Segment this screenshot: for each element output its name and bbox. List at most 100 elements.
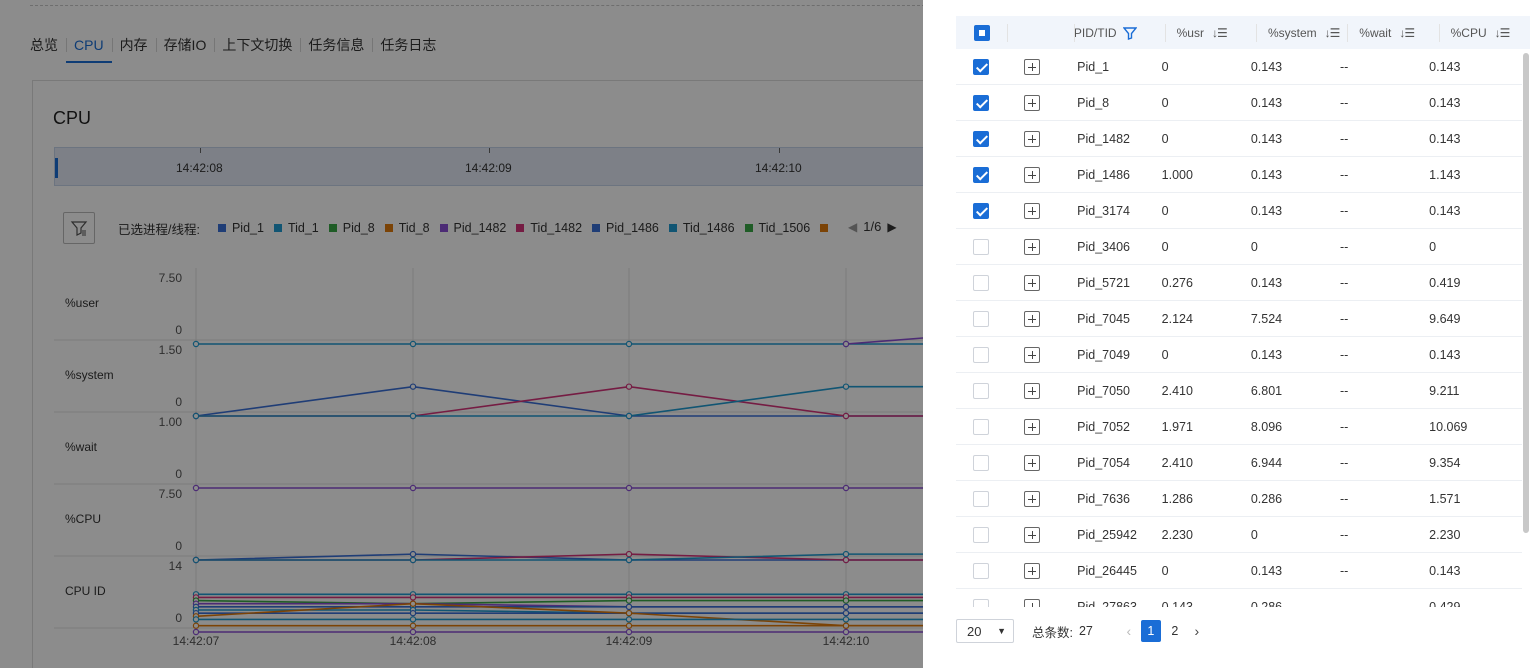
header-wait[interactable]: %wait ↓☰ bbox=[1347, 16, 1438, 49]
cell-usr: 2.124 bbox=[1161, 311, 1193, 326]
table-row[interactable]: Pid_3174 0 0.143 -- 0.143 bbox=[956, 193, 1522, 229]
expand-plus-icon[interactable] bbox=[1024, 562, 1041, 579]
expand-plus-icon[interactable] bbox=[1024, 238, 1041, 255]
header-cpu[interactable]: %CPU ↓☰ bbox=[1438, 16, 1530, 49]
expand-plus-icon[interactable] bbox=[1024, 382, 1041, 399]
table-row[interactable]: Pid_3406 0 0 -- 0 bbox=[956, 229, 1522, 265]
cell-system: 0.143 bbox=[1250, 275, 1283, 290]
checkbox-unchecked[interactable] bbox=[973, 274, 990, 291]
checkbox-unchecked[interactable] bbox=[973, 418, 990, 435]
checkbox-unchecked[interactable] bbox=[973, 238, 990, 255]
header-label: PID/TID bbox=[1073, 25, 1117, 40]
expand-plus-icon[interactable] bbox=[1024, 274, 1041, 291]
table-row[interactable]: Pid_7045 2.124 7.524 -- 9.649 bbox=[956, 301, 1522, 337]
cell-usr: 2.230 bbox=[1161, 527, 1193, 542]
page-size-select[interactable]: 20 ▼ bbox=[956, 619, 1014, 643]
cell-cpu: 1.571 bbox=[1429, 491, 1461, 506]
table-row[interactable]: Pid_5721 0.276 0.143 -- 0.419 bbox=[956, 265, 1522, 301]
cell-wait: -- bbox=[1339, 383, 1349, 398]
cell-wait: -- bbox=[1339, 347, 1349, 362]
checkbox-unchecked[interactable] bbox=[973, 382, 990, 399]
expand-plus-icon[interactable] bbox=[1024, 58, 1041, 75]
table-row[interactable]: Pid_27863 0.143 0.286 -- 0.429 bbox=[956, 589, 1522, 607]
cell-wait: -- bbox=[1339, 275, 1349, 290]
expand-plus-icon[interactable] bbox=[1024, 346, 1041, 363]
cell-wait: -- bbox=[1339, 311, 1349, 326]
cell-id: Pid_26445 bbox=[1077, 563, 1137, 578]
cell-system: 7.524 bbox=[1250, 311, 1283, 326]
cell-wait: -- bbox=[1339, 491, 1349, 506]
expand-plus-icon[interactable] bbox=[1024, 526, 1041, 543]
filter-icon[interactable] bbox=[1122, 26, 1137, 40]
modal-overlay[interactable] bbox=[0, 0, 923, 668]
cell-wait: -- bbox=[1339, 203, 1349, 218]
header-system[interactable]: %system ↓☰ bbox=[1255, 16, 1347, 49]
header-pid-tid[interactable]: PID/TID bbox=[1073, 16, 1165, 49]
cell-cpu: 0.143 bbox=[1429, 203, 1461, 218]
checkbox-unchecked[interactable] bbox=[973, 310, 990, 327]
checkbox-unchecked[interactable] bbox=[973, 454, 990, 471]
cell-system: 6.801 bbox=[1250, 383, 1283, 398]
cell-wait: -- bbox=[1339, 563, 1349, 578]
expand-plus-icon[interactable] bbox=[1024, 130, 1041, 147]
checkbox-unchecked[interactable] bbox=[973, 346, 990, 363]
cell-system: 6.944 bbox=[1250, 455, 1283, 470]
expand-plus-icon[interactable] bbox=[1024, 490, 1041, 507]
header-label: %system bbox=[1267, 25, 1317, 40]
table-row[interactable]: Pid_1 0 0.143 -- 0.143 bbox=[956, 49, 1522, 85]
sort-icon[interactable]: ↓☰ bbox=[1399, 26, 1415, 40]
cell-usr: 0 bbox=[1161, 563, 1169, 578]
header-usr[interactable]: %usr ↓☰ bbox=[1164, 16, 1256, 49]
cell-system: 0 bbox=[1250, 527, 1258, 542]
checkbox-checked[interactable] bbox=[973, 94, 990, 111]
cell-wait: -- bbox=[1339, 95, 1349, 110]
cell-system: 0.286 bbox=[1250, 491, 1283, 506]
cell-id: Pid_7049 bbox=[1077, 347, 1130, 362]
cell-id: Pid_7050 bbox=[1077, 383, 1130, 398]
cell-cpu: 9.649 bbox=[1429, 311, 1461, 326]
checkbox-checked[interactable] bbox=[973, 130, 990, 147]
checkbox-unchecked[interactable] bbox=[973, 526, 990, 543]
expand-plus-icon[interactable] bbox=[1024, 454, 1041, 471]
cell-cpu: 0.143 bbox=[1429, 95, 1461, 110]
scrollbar-thumb[interactable] bbox=[1523, 53, 1529, 533]
page-2[interactable]: 2 bbox=[1165, 620, 1185, 642]
cell-cpu: 9.211 bbox=[1429, 383, 1460, 398]
select-all-checkbox[interactable] bbox=[956, 16, 1007, 49]
expand-plus-icon[interactable] bbox=[1024, 598, 1041, 607]
cell-cpu: 2.230 bbox=[1429, 527, 1461, 542]
checkbox-checked[interactable] bbox=[973, 58, 990, 75]
sort-icon[interactable]: ↓☰ bbox=[1325, 26, 1341, 40]
cell-usr: 0 bbox=[1161, 239, 1169, 254]
prev-page-icon[interactable]: ‹ bbox=[1119, 623, 1139, 639]
table-scrollbar[interactable] bbox=[1522, 49, 1530, 607]
table-row[interactable]: Pid_7636 1.286 0.286 -- 1.571 bbox=[956, 481, 1522, 517]
checkbox-unchecked[interactable] bbox=[973, 562, 990, 579]
checkbox-unchecked[interactable] bbox=[973, 490, 990, 507]
checkbox-checked[interactable] bbox=[973, 202, 990, 219]
checkbox-unchecked[interactable] bbox=[973, 598, 990, 607]
sort-icon[interactable]: ↓☰ bbox=[1212, 26, 1228, 40]
sort-icon[interactable]: ↓☰ bbox=[1495, 26, 1511, 40]
table-row[interactable]: Pid_7054 2.410 6.944 -- 9.354 bbox=[956, 445, 1522, 481]
header-label: %usr bbox=[1176, 25, 1204, 40]
expand-plus-icon[interactable] bbox=[1024, 202, 1041, 219]
table-body[interactable]: Pid_1 0 0.143 -- 0.143 Pid_8 0 0.143 -- 0.143 Pid_… bbox=[956, 49, 1522, 607]
table-row[interactable]: Pid_7049 0 0.143 -- 0.143 bbox=[956, 337, 1522, 373]
table-row[interactable]: Pid_1486 1.000 0.143 -- 1.143 bbox=[956, 157, 1522, 193]
expand-plus-icon[interactable] bbox=[1024, 94, 1041, 111]
expand-plus-icon[interactable] bbox=[1024, 418, 1041, 435]
table-row[interactable]: Pid_1482 0 0.143 -- 0.143 bbox=[956, 121, 1522, 157]
table-row[interactable]: Pid_8 0 0.143 -- 0.143 bbox=[956, 85, 1522, 121]
next-page-icon[interactable]: › bbox=[1187, 623, 1207, 639]
table-row[interactable]: Pid_25942 2.230 0 -- 2.230 bbox=[956, 517, 1522, 553]
table-row[interactable]: Pid_26445 0 0.143 -- 0.143 bbox=[956, 553, 1522, 589]
page-1[interactable]: 1 bbox=[1140, 620, 1161, 642]
cell-usr: 0 bbox=[1161, 131, 1169, 146]
expand-plus-icon[interactable] bbox=[1024, 310, 1041, 327]
table-row[interactable]: Pid_7052 1.971 8.096 -- 10.069 bbox=[956, 409, 1522, 445]
expand-plus-icon[interactable] bbox=[1024, 166, 1041, 183]
checkbox-checked[interactable] bbox=[973, 166, 990, 183]
table-row[interactable]: Pid_7050 2.410 6.801 -- 9.211 bbox=[956, 373, 1522, 409]
cell-id: Pid_1486 bbox=[1077, 167, 1130, 182]
